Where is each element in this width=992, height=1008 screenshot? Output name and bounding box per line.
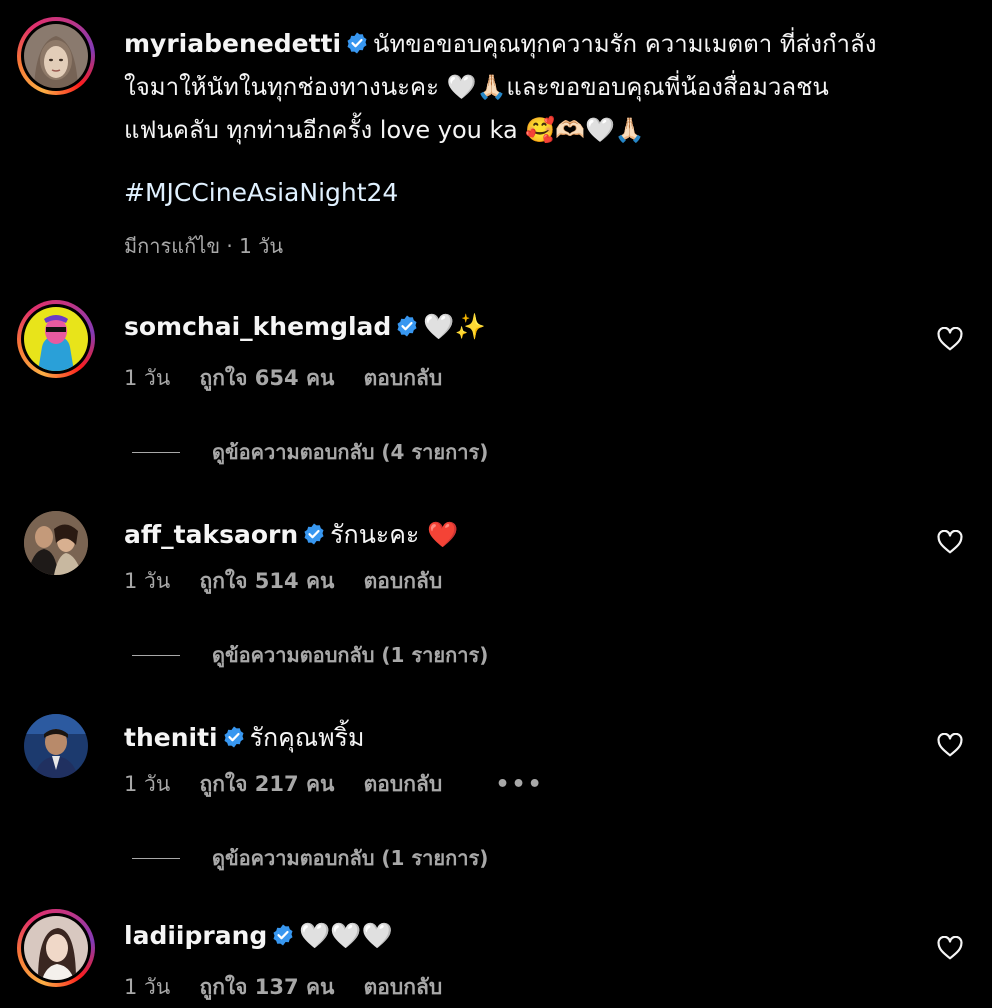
commenter-avatar-image [24,916,88,980]
reply-button[interactable]: ตอบกลับ [364,569,443,593]
like-heart-icon[interactable] [937,733,963,757]
author-username[interactable]: myriabenedetti [124,29,341,58]
caption-text-1: นัทขอขอบคุณทุกความรัก ความเมตตา ที่ส่งกำ… [373,30,877,58]
commenter-avatar[interactable] [17,300,95,378]
like-heart-icon[interactable] [937,530,963,554]
verified-badge-icon [347,32,367,54]
author-avatar[interactable] [17,17,95,95]
caption-line-1: myriabenedetti นัทขอขอบคุณทุกความรัก ความ… [124,22,944,66]
comment-username[interactable]: aff_taksaorn [124,520,298,549]
view-replies-button[interactable]: ดูข้อความตอบกลับ (1 รายการ) [132,639,488,671]
like-heart-icon[interactable] [937,936,963,960]
hashtag-link[interactable]: #MJCCineAsiaNight24 [124,178,398,207]
comment-text: 🤍🤍🤍 [299,921,393,950]
view-replies-button[interactable]: ดูข้อความตอบกลับ (4 รายการ) [132,436,488,468]
view-replies-label: ดูข้อความตอบกลับ (4 รายการ) [212,440,489,464]
comment-username[interactable]: ladiiprang [124,921,267,950]
commenter-avatar[interactable] [24,511,88,575]
caption-text-2: ใจมาให้นัทในทุกช่องทางนะคะ 🤍🙏🏻และขอขอบคุ… [124,73,829,101]
comment-header: aff_taksaorn รักนะคะ ❤️ [124,515,458,555]
commenter-avatar-image [24,307,88,371]
comment-time[interactable]: 1 วัน [124,772,170,796]
comment-header: somchai_khemglad 🤍✨ [124,312,486,342]
comment-header: ladiiprang 🤍🤍🤍 [124,921,393,951]
comment-text: 🤍✨ [423,312,486,341]
comment-meta: 1 วัน ถูกใจ 137 คน ตอบกลับ [124,971,464,1004]
comment-likes[interactable]: ถูกใจ 137 คน [200,975,335,999]
commenter-avatar[interactable] [17,909,95,987]
view-replies-label: ดูข้อความตอบกลับ (1 รายการ) [212,643,489,667]
verified-badge-icon [397,315,417,337]
comment-text: รักคุณพริ้ม [249,723,365,752]
comment-likes[interactable]: ถูกใจ 217 คน [200,772,335,796]
reply-button[interactable]: ตอบกลับ [364,366,443,390]
view-replies-button[interactable]: ดูข้อความตอบกลับ (1 รายการ) [132,842,488,874]
replies-divider [132,857,180,859]
more-options-icon[interactable]: ••• [495,772,543,797]
comment-time[interactable]: 1 วัน [124,366,170,390]
comment-meta: 1 วัน ถูกใจ 514 คน ตอบกลับ [124,565,464,598]
comment-header: theniti รักคุณพริ้ม [124,718,364,758]
comment-username[interactable]: theniti [124,723,218,752]
comment-meta: 1 วัน ถูกใจ 217 คน ตอบกลับ ••• [124,768,566,801]
comment-likes[interactable]: ถูกใจ 514 คน [200,569,335,593]
comment-likes[interactable]: ถูกใจ 654 คน [200,366,335,390]
author-avatar-image [24,24,88,88]
commenter-avatar[interactable] [24,714,88,778]
view-replies-label: ดูข้อความตอบกลับ (1 รายการ) [212,846,489,870]
verified-badge-icon [224,726,244,748]
edited-timestamp: มีการแก้ไข · 1 วัน [124,234,284,258]
reply-button[interactable]: ตอบกลับ [364,975,443,999]
verified-badge-icon [273,924,293,946]
comment-time[interactable]: 1 วัน [124,569,170,593]
reply-button[interactable]: ตอบกลับ [364,772,443,796]
verified-badge-icon [304,523,324,545]
comment-meta: 1 วัน ถูกใจ 654 คน ตอบกลับ [124,362,464,395]
post-caption: myriabenedetti นัทขอขอบคุณทุกความรัก ความ… [124,22,944,152]
like-heart-icon[interactable] [937,327,963,351]
comment-time[interactable]: 1 วัน [124,975,170,999]
comment-text: รักนะคะ ❤️ [330,520,459,549]
replies-divider [132,654,180,656]
caption-text-3: แฟนคลับ ทุกท่านอีกครั้ง love you ka 🥰🫶🏻🤍… [124,116,645,144]
comment-username[interactable]: somchai_khemglad [124,312,391,341]
replies-divider [132,451,180,453]
